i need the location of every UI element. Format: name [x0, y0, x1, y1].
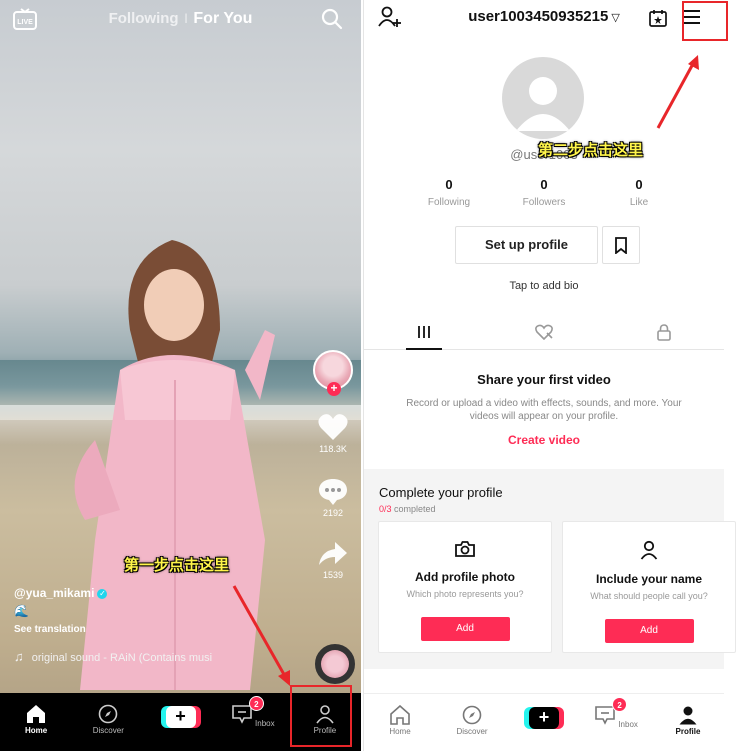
card-add-name: Include your name What should people cal… [562, 521, 736, 653]
card-add-name-desc: What should people call you? [590, 591, 708, 601]
card-add-photo: Add profile photo Which photo represents… [378, 521, 552, 653]
favorites-button[interactable] [602, 226, 640, 264]
complete-profile-progress: 0/3 completed [379, 504, 436, 514]
tab-following[interactable]: Following [109, 10, 179, 27]
share-first-video-desc: Record or upload a video with effects, s… [406, 398, 682, 422]
tab-private[interactable] [604, 318, 724, 349]
stat-followers[interactable]: 0 Followers [499, 177, 589, 208]
heart-icon [318, 414, 348, 440]
feed-screen: LIVE Following | For You + 118.3K 2192 1… [0, 0, 361, 751]
camera-icon [455, 541, 475, 557]
account-switcher[interactable]: user1003450935215 ▽ [364, 8, 724, 25]
caption-username[interactable]: @yua_mikami ✓ [14, 586, 264, 600]
share-arrow-icon [319, 542, 347, 565]
setup-profile-button[interactable]: Set up profile [455, 226, 598, 264]
annotation-arrow-step1 [232, 585, 290, 686]
home-icon [27, 705, 46, 723]
card-add-photo-title: Add profile photo [415, 570, 515, 584]
share-first-video-title: Share your first video [477, 372, 611, 387]
tab-liked[interactable] [484, 318, 604, 349]
person-outline-icon [640, 540, 658, 560]
annotation-step2: 第二步点击这里 [538, 142, 644, 159]
like-button[interactable]: 118.3K [311, 412, 355, 454]
inbox-badge: 2 [612, 697, 628, 712]
nav-home[interactable]: Home [0, 693, 72, 751]
nav-profile-light[interactable]: Profile [652, 694, 724, 751]
nav-home-light[interactable]: Home [364, 694, 436, 751]
share-button[interactable]: 1539 [311, 540, 355, 580]
see-translation-link[interactable]: See translation [14, 624, 264, 635]
creator-avatar[interactable]: + [313, 350, 353, 396]
comment-icon [319, 479, 347, 505]
home-outline-icon [390, 705, 410, 725]
add-name-button[interactable]: Add [604, 619, 694, 643]
action-rail: + 118.3K 2192 1539 [311, 350, 355, 580]
add-photo-button[interactable]: Add [420, 617, 510, 641]
screenshot-root: LIVE Following | For You + 118.3K 2192 1… [0, 0, 740, 751]
annotation-box-menu [682, 1, 728, 41]
annotation-arrow-step2 [656, 55, 699, 129]
comment-button[interactable]: 2192 [311, 476, 355, 518]
caption-emoji: 🌊 [14, 604, 29, 618]
profile-top-bar: user1003450935215 ▽ [364, 0, 724, 40]
profile-tabs [364, 318, 724, 350]
music-note-icon: ♫ [14, 649, 24, 664]
comment-count: 2192 [322, 508, 344, 518]
compass-icon [462, 705, 482, 725]
verified-icon: ✓ [97, 588, 108, 599]
grid-icon [418, 326, 430, 338]
stat-likes[interactable]: 0 Like [594, 177, 684, 208]
person-filled-icon [679, 706, 697, 725]
inbox-badge: 2 [248, 696, 264, 711]
card-add-name-title: Include your name [595, 572, 703, 586]
add-bio-prompt[interactable]: Tap to add bio [364, 280, 724, 292]
nav-inbox-light[interactable]: 2 Inbox [580, 694, 652, 751]
complete-profile-title: Complete your profile [379, 485, 503, 500]
video-caption: @yua_mikami ✓ 🌊 See translation ♫ original… [14, 586, 264, 664]
tab-separator: | [184, 13, 188, 24]
nav-create-light[interactable]: + [508, 694, 580, 751]
card-add-photo-desc: Which photo represents you? [406, 589, 524, 599]
feed-top-nav: LIVE Following | For You [0, 0, 361, 40]
search-icon[interactable] [321, 8, 343, 30]
profile-screen: user1003450935215 ▽ @user1003 第二步点击这里 0 Fo… [363, 0, 736, 751]
nav-create[interactable]: + [144, 693, 216, 751]
create-plus-icon: + [160, 706, 201, 728]
profile-stats: 0 Following 0 Followers 0 Like [404, 177, 684, 208]
nav-inbox[interactable]: 2 Inbox [217, 693, 289, 751]
default-avatar-icon [516, 77, 570, 131]
create-video-link[interactable]: Create video [364, 433, 724, 447]
profile-avatar[interactable] [502, 57, 584, 139]
music-disc-icon[interactable] [315, 644, 355, 684]
follow-plus-icon[interactable]: + [327, 382, 341, 396]
sound-ticker[interactable]: ♫ original sound - RAiN (Contains musi [14, 649, 264, 664]
heart-hidden-icon [535, 324, 553, 340]
calendar-star-icon[interactable] [648, 8, 668, 28]
nav-discover[interactable]: Discover [72, 693, 144, 751]
share-count: 1539 [322, 570, 344, 580]
create-plus-icon: + [524, 707, 564, 729]
tab-videos[interactable] [364, 318, 484, 350]
complete-profile-panel: Complete your profile 0/3 completed Add … [364, 469, 736, 669]
feed-tabs: Following | For You [0, 10, 361, 28]
like-count: 118.3K [319, 444, 347, 454]
bottom-nav-light: Home Discover + 2 Inbox Profile [364, 693, 724, 751]
lock-icon [657, 324, 671, 341]
chevron-down-icon: ▽ [611, 12, 620, 24]
bookmark-icon [615, 237, 627, 254]
annotation-step1: 第一步点击这里 [124, 557, 230, 574]
nav-discover-light[interactable]: Discover [436, 694, 508, 751]
annotation-box-profile [290, 685, 352, 747]
stat-following[interactable]: 0 Following [404, 177, 494, 208]
compass-icon [98, 704, 118, 724]
tab-for-you[interactable]: For You [193, 10, 252, 27]
